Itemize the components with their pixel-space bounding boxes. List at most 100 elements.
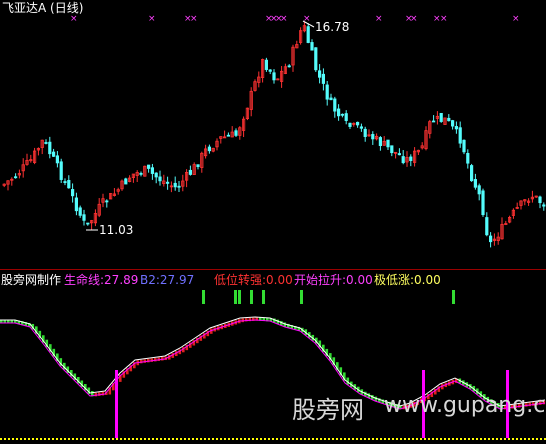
candle-body [390,145,394,154]
candle-body [481,190,485,216]
candle-body [48,141,52,155]
candle-body [469,165,474,182]
candle-body [264,59,269,70]
candle-body [268,69,272,72]
candle-body [542,204,546,207]
candle-body [450,120,455,127]
candle-body [207,146,211,152]
green-signal-bars [202,290,455,304]
watermark-cn: 股旁网 [292,396,364,424]
candle-body [355,121,360,126]
candle-body [466,152,470,164]
indicator-source: 股旁网制作 [1,273,62,287]
candle-body [488,235,493,243]
candle-body [314,47,318,71]
candle-body [321,73,326,84]
candle-body [287,65,291,68]
candle-body [409,156,413,162]
candle-body [234,130,238,136]
candle-body [74,197,78,212]
signal-markers: × × ×× ×××× × × ×× × × × [70,14,520,24]
candle-body [59,161,63,180]
green-signal [202,290,205,304]
candle-body [378,137,383,147]
candle-body [397,153,402,156]
candle-body [67,180,71,189]
start-lift-value: 开始拉升:0.00 [294,273,373,287]
green-signal [300,290,303,304]
candle-body [439,112,443,122]
high-price-label: 16.78 [315,20,350,34]
signal-x-marker: × [440,14,448,24]
candle-body [325,84,329,100]
magenta-signal-line [115,370,118,438]
low-price-label: 11.03 [99,223,134,237]
candle-body [71,189,75,197]
price-annotations [86,20,315,231]
signal-x-marker: × [512,14,520,24]
candle-body [173,182,177,188]
signal-x-marker: × [375,14,383,24]
candle-body [146,164,151,169]
candle-body [196,164,200,168]
candle-body [306,26,310,43]
chart-canvas[interactable]: × × ×× ×××× × × ×× × × × [0,0,546,444]
candle-body [477,185,481,195]
green-signal [262,290,265,304]
candle-body [154,172,158,178]
candle-body [447,117,451,122]
chart-window: × × × × × × × × × × × × × × × 飞亚达A (日线) 16.78 11.03 股旁… [0,0,546,444]
candle-body [340,113,345,116]
candle-body [139,172,143,175]
candle-body [82,214,86,221]
candle-body [105,200,109,203]
signal-x-marker: × [70,14,78,24]
candle-body [13,176,18,179]
candle-body [177,185,181,188]
candle-body [333,98,337,112]
candle-body [165,181,170,184]
signal-x-marker: × [410,14,418,24]
candle-body [188,169,192,175]
candle-body [317,70,322,78]
period-label: (日线) [50,1,84,15]
candle-body [52,151,56,157]
candle-body [150,167,154,174]
signal-x-marker: × [280,14,288,24]
candle-body [55,155,60,164]
green-signal [250,290,253,304]
candle-body [538,196,542,204]
candle-body [336,108,341,117]
candle-body [78,207,82,216]
candle-body [158,176,162,182]
candle-body [344,113,348,121]
green-signal [238,290,241,304]
candle-body [473,179,478,188]
instrument-title: 飞亚达A (日线) [2,1,83,15]
candle-body [348,122,352,127]
candle-body [329,97,333,101]
b2-value: B2:27.97 [140,273,195,287]
candle-body [386,139,390,148]
candle-body [458,127,462,144]
candle-body [431,120,436,123]
life-line-value: 生命线:27.89 [64,273,139,287]
watermark-url: www.gupang.com [384,393,546,418]
candle-body [371,134,375,140]
candle-body [462,139,466,153]
candle-body [485,217,489,236]
candle-body [63,181,67,183]
instrument-name: 飞亚达A [2,1,47,15]
candle-body [454,126,459,130]
candle-body [226,134,230,137]
candle-body [86,222,90,225]
low-turn-value: 低位转强:0.00 [214,273,293,287]
extreme-low-value: 极低涨:0.00 [374,273,441,287]
candlestick-series [2,21,546,248]
green-signal [452,290,455,304]
candle-body [359,126,364,129]
candle-body [124,178,128,185]
candle-body [363,128,367,137]
green-signal [234,290,237,304]
candle-body [401,156,405,164]
